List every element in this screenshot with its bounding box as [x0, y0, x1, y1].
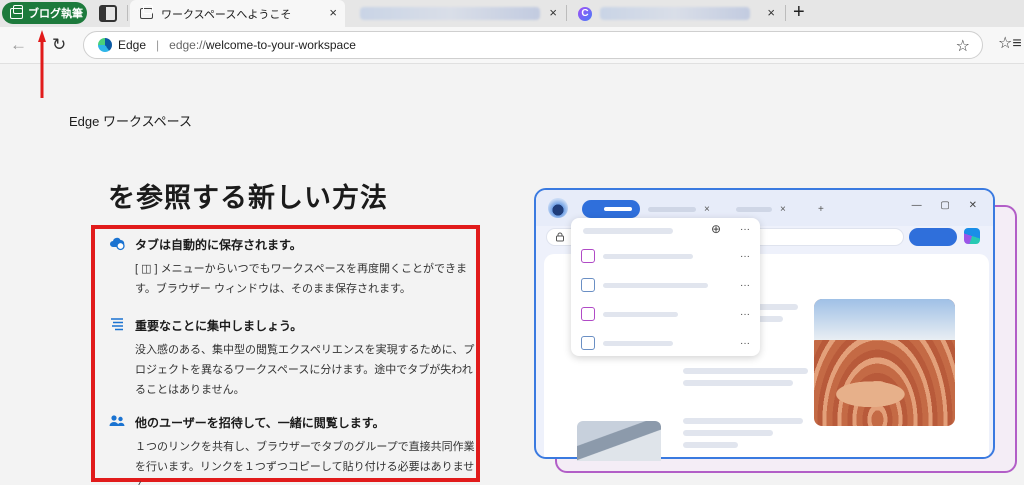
workspace-icon [581, 307, 595, 321]
toolbar: ← ↻ Edge | edge://welcome-to-your-worksp… [0, 27, 1024, 64]
placeholder-line [583, 228, 673, 234]
tab-divider [566, 5, 567, 21]
tab-actions-icon[interactable] [99, 5, 117, 22]
illustration-window-buttons: — ▢ ✕ [911, 200, 985, 211]
illustration-share-pill [909, 228, 957, 246]
new-tab-button[interactable]: + [793, 1, 805, 24]
page-heading: を参照する新しい方法 [108, 183, 388, 213]
close-icon[interactable]: × [549, 5, 557, 20]
workspace-tab-icon [140, 5, 153, 19]
feature-title: 重要なことに集中しましょう。 [135, 319, 303, 333]
focus-icon [111, 318, 123, 331]
more-icon: ··· [740, 224, 750, 235]
placeholder-line [683, 442, 738, 448]
placeholder-line [683, 418, 803, 424]
address-divider: | [156, 38, 160, 52]
canyon-photo [814, 299, 955, 426]
more-icon: ··· [740, 251, 750, 262]
favorites-icon[interactable]: ☆≡ [998, 33, 1022, 53]
site-label: Edge [118, 38, 147, 52]
people-icon [109, 415, 125, 426]
workspace-title: Edge ワークスペース [69, 114, 193, 129]
feature-focus: 重要なことに集中しましょう。 没入感のある、集中型の閲覧エクスペリエンスを実現す… [109, 316, 474, 396]
menu-row [581, 248, 693, 264]
tab-divider [127, 5, 128, 21]
placeholder-line [683, 380, 793, 386]
close-icon[interactable]: × [767, 5, 775, 20]
feature-autosave: タブは自動的に保存されます。 [ ◫ ] メニューからいつでもワークスペースを再… [109, 235, 469, 295]
close-icon[interactable]: × [329, 5, 337, 20]
cloud-sync-icon [110, 237, 125, 251]
feature-title: 他のユーザーを招待して、一緒に閲覧します。 [135, 416, 385, 430]
illustration-workspace-menu: ⊕ ··· ··· ··· ··· ··· [571, 218, 760, 356]
edge-logo-icon [98, 38, 112, 52]
workspace-icon [581, 278, 595, 292]
illustration-tab: × [648, 201, 710, 217]
blurred-tab-title [360, 7, 540, 20]
workspace-icon [10, 4, 23, 19]
refresh-icon[interactable]: ↻ [52, 35, 66, 55]
tab-strip: ブログ執筆 ワークスペースへようこそ × × C × + [0, 0, 1024, 27]
copilot-icon [964, 228, 980, 244]
favorite-star-icon[interactable]: ☆ [956, 36, 970, 56]
illustration-new-tab: + [818, 203, 824, 215]
annotation-arrow [38, 30, 46, 98]
workspace-button[interactable]: ブログ執筆 [2, 2, 87, 24]
tab-title: ワークスペースへようこそ [161, 8, 292, 21]
feature-body: 没入感のある、集中型の閲覧エクスペリエンスを実現するために、プロジェクトを異なる… [135, 344, 475, 396]
address-bar[interactable]: Edge | edge://welcome-to-your-workspace … [83, 31, 983, 59]
more-icon: ··· [740, 338, 750, 349]
workspace-icon [581, 336, 595, 350]
placeholder-line [683, 368, 808, 374]
tab-divider [785, 5, 786, 21]
canva-logo-icon: C [578, 6, 592, 21]
tab-welcome[interactable]: ワークスペースへようこそ × [130, 0, 345, 27]
menu-row [581, 277, 708, 293]
feature-invite: 他のユーザーを招待して、一緒に閲覧します。 １つのリンクを共有し、ブラウザーでタ… [109, 413, 475, 485]
menu-row [581, 335, 673, 351]
illustration-workspace-pill [582, 200, 640, 218]
menu-row [581, 306, 678, 322]
blurred-tab-title [600, 7, 750, 20]
back-icon[interactable]: ← [10, 35, 27, 55]
more-icon: ··· [740, 309, 750, 320]
feature-body: [ ◫ ] メニューからいつでもワークスペースを再度開くことができます。ブラウザ… [135, 263, 468, 295]
workspace-icon [581, 249, 595, 263]
feature-body: １つのリンクを共有し、ブラウザーでタブのグループで直接共同作業を行います。リンク… [135, 441, 475, 485]
dunes-photo [577, 421, 661, 461]
workspace-label: ブログ執筆 [28, 8, 83, 20]
more-icon: ··· [740, 280, 750, 291]
tab-blurred-1[interactable]: × [350, 0, 565, 27]
tab-blurred-2[interactable]: C × [568, 0, 783, 27]
url-path: welcome-to-your-workspace [205, 38, 356, 52]
placeholder-line [683, 430, 773, 436]
add-icon: ⊕ [711, 222, 722, 236]
url-scheme: edge:// [169, 38, 206, 52]
avatar [548, 198, 568, 218]
lock-icon [556, 232, 564, 242]
feature-title: タブは自動的に保存されます。 [135, 238, 302, 252]
illustration-tab: × [736, 201, 786, 217]
